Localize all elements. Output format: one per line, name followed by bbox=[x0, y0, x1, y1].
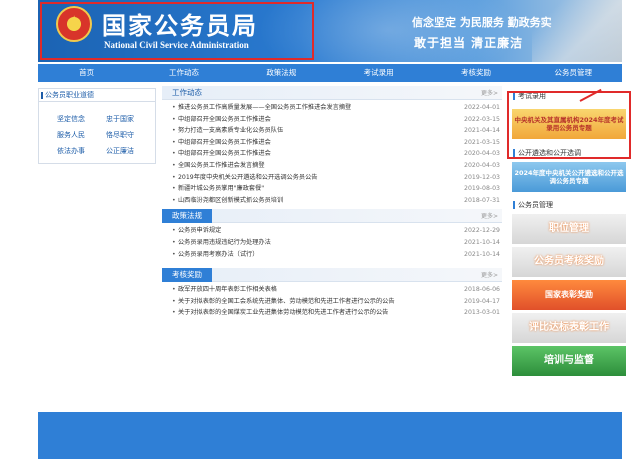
news-date: 2020-04-03 bbox=[464, 150, 500, 158]
header-hand-image bbox=[532, 0, 622, 62]
ethics-box: 公务员职业道德 坚定信念 忠于国家 服务人民 恪尽职守 依法办事 公正廉洁 bbox=[38, 88, 156, 164]
list-item[interactable]: 推进公务员工作高质量发展——全国公务员工作推进会发言摘登 2022-04-01 bbox=[172, 102, 502, 114]
list-item[interactable]: 公务员录用违规违纪行为处理办法 2021-10-14 bbox=[172, 237, 502, 249]
policy-section-title[interactable]: 政策法规 bbox=[162, 209, 212, 224]
news-title[interactable]: 新疆叶城公务员掌用"廉政套餐" bbox=[178, 183, 264, 195]
news-title[interactable]: 中组部召开全国公务员工作推进会 bbox=[178, 137, 271, 149]
nav-work[interactable]: 工作动态 bbox=[135, 64, 232, 82]
ethics-item: 依法办事 bbox=[57, 147, 85, 155]
policy-title[interactable]: 公务员录用考察办法（试行） bbox=[178, 249, 258, 261]
reward-date: 2013-03-01 bbox=[464, 309, 500, 317]
mgmt-banner-evaluation[interactable]: 评比达标表彰工作 bbox=[512, 313, 626, 343]
ethics-item: 恪尽职守 bbox=[106, 131, 134, 139]
nav-policy[interactable]: 政策法规 bbox=[233, 64, 330, 82]
list-item[interactable]: 中组部召开全国公务员工作推进会 2022-03-15 bbox=[172, 114, 502, 126]
news-date: 2021-03-15 bbox=[464, 138, 500, 146]
reward-section-header: 考核奖励 更多> bbox=[162, 268, 502, 283]
news-date: 2022-04-01 bbox=[464, 104, 500, 111]
reward-list: 政军开放四十周年表彰工作相关表格 2018-06-06 关于对拟表彰的全国工会系统… bbox=[162, 282, 502, 319]
work-section-header: 工作动态 更多> bbox=[162, 86, 502, 100]
list-item[interactable]: 山西临汾尧都区创新模式抓公务员培训 2018-07-31 bbox=[172, 195, 502, 207]
policy-date: 2021-10-14 bbox=[464, 250, 500, 258]
list-item[interactable]: 公务员申诉规定 2022-12-29 bbox=[172, 225, 502, 237]
reward-title[interactable]: 关于对拟表彰的全国工会系统先进集体、劳动模范和先进工作者进行公示的公告 bbox=[178, 296, 395, 308]
list-item[interactable]: 努力打造一支高素质专业化公务员队伍 2021-04-14 bbox=[172, 125, 502, 137]
work-more-link[interactable]: 更多> bbox=[481, 88, 498, 97]
mgmt-banner-training[interactable]: 培训与监督 bbox=[512, 346, 626, 376]
news-title[interactable]: 2019年度中央机关公开遴选和公开选调公务员公告 bbox=[178, 172, 318, 184]
list-item[interactable]: 2019年度中央机关公开遴选和公开选调公务员公告 2019-12-03 bbox=[172, 172, 502, 184]
news-date: 2021-04-14 bbox=[464, 127, 500, 135]
nav-management[interactable]: 公务员管理 bbox=[525, 64, 622, 82]
exam-highlight-box bbox=[507, 91, 631, 159]
ethics-item: 服务人民 bbox=[57, 131, 85, 139]
mgmt-banner-assessment[interactable]: 公务员考核奖励 bbox=[512, 247, 626, 277]
list-item[interactable]: 公务员录用考察办法（试行） 2021-10-14 bbox=[172, 249, 502, 261]
work-list: 推进公务员工作高质量发展——全国公务员工作推进会发言摘登 2022-04-01 中… bbox=[162, 100, 502, 206]
policy-more-link[interactable]: 更多> bbox=[481, 211, 498, 220]
list-item[interactable]: 中组部召开全国公务员工作推进会 2020-04-03 bbox=[172, 148, 502, 160]
site-footer bbox=[38, 412, 622, 459]
list-item[interactable]: 关于对拟表彰的全国煤炭工业先进集体劳动模范和先进工作者进行公示的公告 2013-0… bbox=[172, 307, 502, 319]
reward-title[interactable]: 政军开放四十周年表彰工作相关表格 bbox=[178, 284, 277, 296]
news-title[interactable]: 中组部召开全国公务员工作推进会 bbox=[178, 148, 271, 160]
list-item[interactable]: 全国公务员工作推进会发言摘登 2020-04-03 bbox=[172, 160, 502, 172]
nav-reward[interactable]: 考核奖励 bbox=[427, 64, 524, 82]
news-date: 2020-04-03 bbox=[464, 161, 500, 169]
select-banner[interactable]: 2024年度中央机关公开遴选和公开选调公务员专题 bbox=[512, 162, 626, 192]
reward-date: 2018-06-06 bbox=[464, 286, 500, 294]
reward-date: 2019-04-17 bbox=[464, 297, 500, 305]
policy-list: 公务员申诉规定 2022-12-29 公务员录用违规违纪行为处理办法 2021-10… bbox=[162, 223, 502, 260]
news-date: 2022-03-15 bbox=[464, 115, 500, 123]
work-section-title[interactable]: 工作动态 bbox=[162, 86, 212, 100]
main-column: 工作动态 更多> 推进公务员工作高质量发展——全国公务员工作推进会发言摘登 202… bbox=[162, 86, 502, 319]
list-item[interactable]: 新疆叶城公务员掌用"廉政套餐" 2019-08-03 bbox=[172, 183, 502, 195]
ethics-list: 坚定信念 忠于国家 服务人民 恪尽职守 依法办事 公正廉洁 bbox=[39, 102, 155, 156]
slogan-line-2: 敢于担当 清正廉洁 bbox=[414, 36, 524, 50]
main-nav: 首页 工作动态 政策法规 考试录用 考核奖励 公务员管理 bbox=[38, 64, 622, 82]
policy-title[interactable]: 公务员录用违规违纪行为处理办法 bbox=[178, 237, 271, 249]
nav-home[interactable]: 首页 bbox=[38, 64, 135, 82]
news-title[interactable]: 努力打造一支高素质专业化公务员队伍 bbox=[178, 125, 283, 137]
list-item[interactable]: 政军开放四十周年表彰工作相关表格 2018-06-06 bbox=[172, 284, 502, 296]
news-title[interactable]: 中组部召开全国公务员工作推进会 bbox=[178, 114, 271, 126]
nav-exam[interactable]: 考试录用 bbox=[330, 64, 427, 82]
slogan-line-1: 信念坚定 为民服务 勤政务实 bbox=[412, 16, 552, 29]
policy-date: 2021-10-14 bbox=[464, 238, 500, 246]
reward-more-link[interactable]: 更多> bbox=[481, 270, 498, 279]
reward-section-title[interactable]: 考核奖励 bbox=[162, 268, 212, 283]
policy-title[interactable]: 公务员申诉规定 bbox=[178, 225, 221, 237]
ethics-title: 公务员职业道德 bbox=[39, 89, 155, 102]
ethics-item: 公正廉洁 bbox=[106, 147, 134, 155]
logo-highlight-box bbox=[40, 2, 314, 60]
mgmt-banner-position[interactable]: 职位管理 bbox=[512, 214, 626, 244]
news-date: 2019-12-03 bbox=[464, 173, 500, 181]
list-item[interactable]: 关于对拟表彰的全国工会系统先进集体、劳动模范和先进工作者进行公示的公告 2019-… bbox=[172, 296, 502, 308]
ethics-item: 坚定信念 bbox=[57, 115, 85, 123]
policy-date: 2022-12-29 bbox=[464, 227, 500, 235]
ethics-item: 忠于国家 bbox=[106, 115, 134, 123]
news-date: 2018-07-31 bbox=[464, 196, 500, 204]
news-title[interactable]: 推进公务员工作高质量发展——全国公务员工作推进会发言摘登 bbox=[178, 102, 351, 114]
mgmt-banner-national-awards[interactable]: 国家表彰奖励 bbox=[512, 280, 626, 310]
policy-section-header: 政策法规 更多> bbox=[162, 209, 502, 224]
reward-title[interactable]: 关于对拟表彰的全国煤炭工业先进集体劳动模范和先进工作者进行公示的公告 bbox=[178, 307, 388, 319]
news-title[interactable]: 全国公务员工作推进会发言摘登 bbox=[178, 160, 265, 172]
list-item[interactable]: 中组部召开全国公务员工作推进会 2021-03-15 bbox=[172, 137, 502, 149]
mgmt-box-title: 公务员管理 bbox=[510, 199, 628, 211]
news-title[interactable]: 山西临汾尧都区创新模式抓公务员培训 bbox=[178, 195, 283, 207]
news-date: 2019-08-03 bbox=[464, 185, 500, 193]
